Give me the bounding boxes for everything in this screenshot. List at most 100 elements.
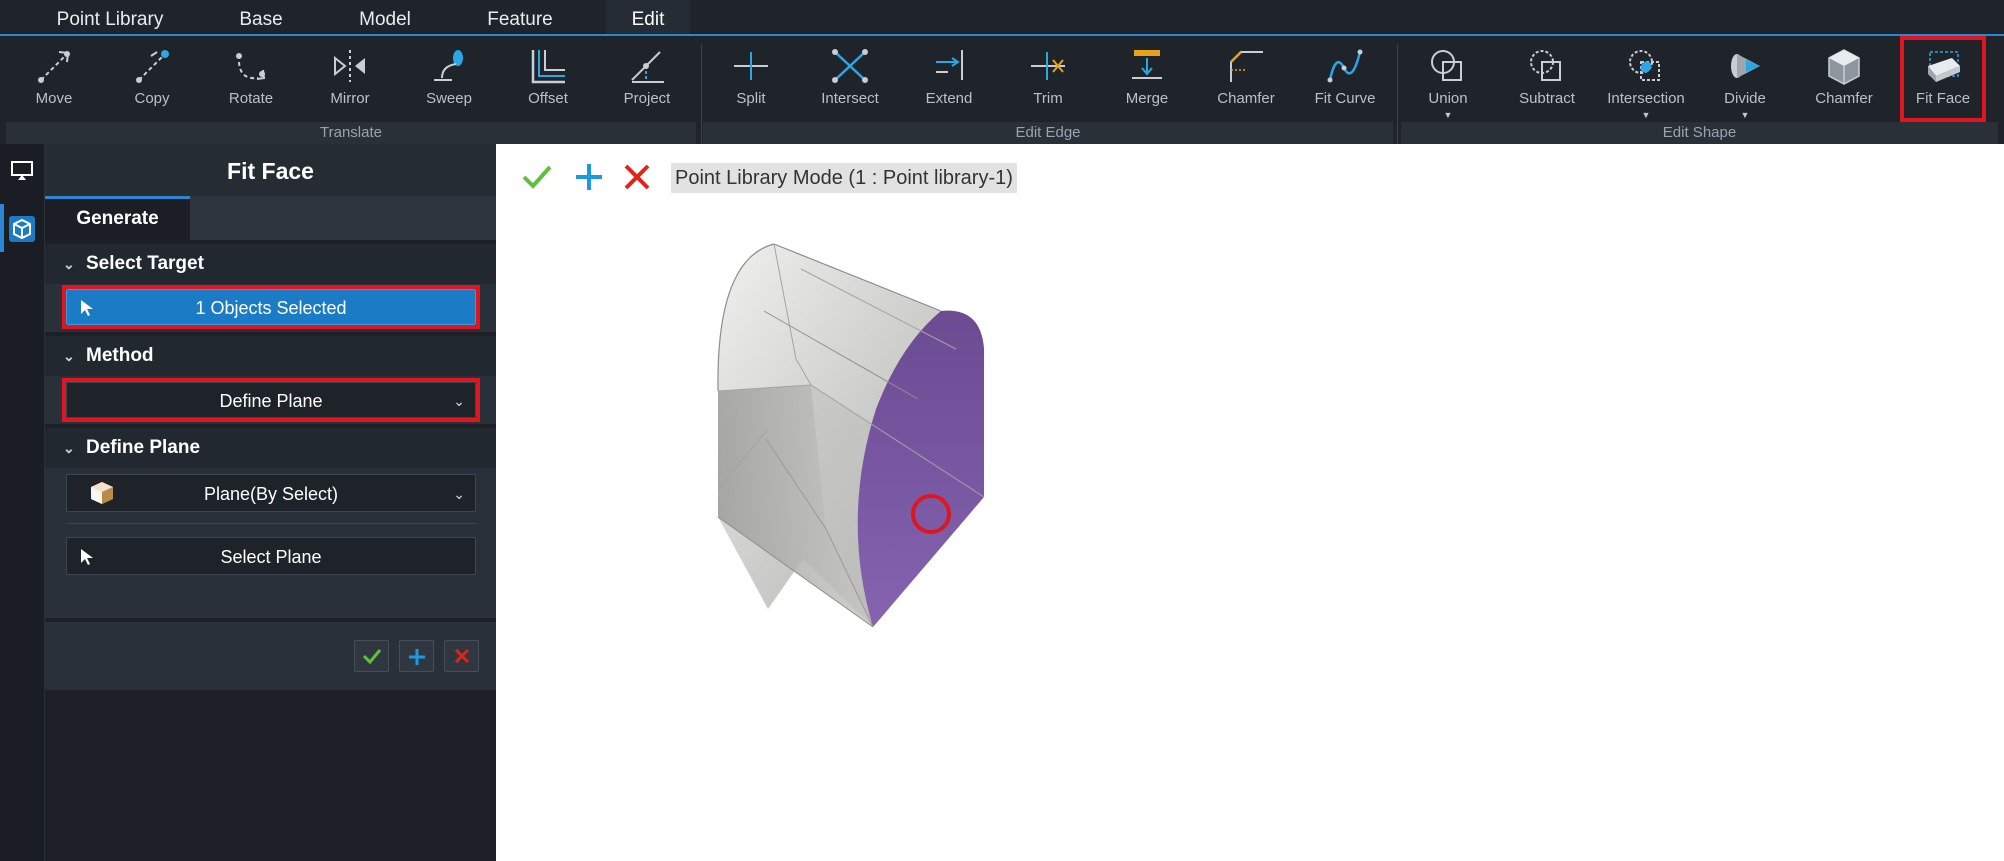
chevron-down-icon: ⌄ bbox=[63, 256, 75, 272]
method-body: Define Plane ⌄ bbox=[45, 376, 496, 424]
model-icon[interactable] bbox=[9, 216, 35, 242]
intersection-button[interactable]: Intersection ▼ bbox=[1599, 40, 1693, 122]
group-divider bbox=[1397, 44, 1398, 144]
close-icon bbox=[454, 648, 469, 664]
confirm-button[interactable] bbox=[354, 640, 389, 672]
intersection-icon bbox=[1629, 50, 1660, 81]
extend-button[interactable]: Extend bbox=[902, 40, 996, 122]
chevron-down-icon: ⌄ bbox=[63, 348, 75, 364]
3d-viewport[interactable]: Point Library Mode (1 : Point library-1) bbox=[496, 144, 2004, 861]
chevron-down-icon: ⌄ bbox=[453, 486, 465, 502]
divide-dropdown-icon[interactable]: ▼ bbox=[1698, 110, 1792, 120]
sweep-label: Sweep bbox=[426, 90, 472, 107]
cancel-icon[interactable] bbox=[622, 162, 652, 192]
side-icon-strip bbox=[0, 144, 45, 861]
project-button[interactable]: Project bbox=[600, 40, 694, 122]
project-icon bbox=[631, 51, 664, 83]
define-plane-heading: Define Plane bbox=[86, 437, 201, 458]
method-heading: Method bbox=[86, 345, 154, 366]
group-edit-edge: Edit Edge bbox=[703, 122, 1393, 144]
merge-icon bbox=[1132, 50, 1162, 79]
add-icon[interactable] bbox=[574, 162, 604, 192]
offset-icon bbox=[531, 50, 565, 84]
panel-title: Fit Face bbox=[45, 144, 496, 196]
intersect-label: Intersect bbox=[821, 90, 879, 107]
mirror-label: Mirror bbox=[330, 90, 370, 107]
split-label: Split bbox=[736, 90, 766, 107]
union-label: Union bbox=[1428, 90, 1468, 107]
divide-label: Divide bbox=[1724, 90, 1766, 107]
fit-curve-label: Fit Curve bbox=[1314, 90, 1376, 107]
intersection-label: Intersection bbox=[1607, 90, 1685, 107]
chamfer-edge-label: Chamfer bbox=[1217, 90, 1275, 107]
rotate-button[interactable]: Rotate bbox=[204, 40, 298, 122]
define-plane-body: Plane(By Select) ⌄ Select Plane bbox=[45, 468, 496, 618]
mirror-button[interactable]: Mirror bbox=[303, 40, 397, 122]
sweep-button[interactable]: Sweep bbox=[402, 40, 496, 122]
subtract-icon bbox=[1530, 50, 1561, 81]
split-icon bbox=[734, 52, 768, 80]
intersect-icon bbox=[832, 49, 868, 83]
select-target-heading: Select Target bbox=[86, 253, 204, 274]
offset-button[interactable]: Offset bbox=[501, 40, 595, 122]
tab-model[interactable]: Model bbox=[345, 0, 425, 34]
offset-label: Offset bbox=[528, 90, 568, 107]
tab-point-library[interactable]: Point Library bbox=[38, 0, 182, 34]
union-button[interactable]: Union ▼ bbox=[1401, 40, 1495, 122]
chamfer-shape-button[interactable]: Chamfer bbox=[1797, 40, 1891, 122]
mirror-icon bbox=[334, 50, 365, 82]
split-button[interactable]: Split bbox=[704, 40, 798, 122]
rotate-icon bbox=[236, 53, 266, 80]
rotate-label: Rotate bbox=[228, 90, 274, 107]
merge-label: Merge bbox=[1125, 90, 1169, 107]
tab-generate[interactable]: Generate bbox=[45, 196, 190, 240]
project-label: Project bbox=[623, 90, 671, 107]
check-icon bbox=[362, 649, 381, 665]
group-translate: Translate bbox=[6, 122, 696, 144]
copy-button[interactable]: Copy bbox=[105, 40, 199, 122]
intersect-button[interactable]: Intersect bbox=[803, 40, 897, 122]
copy-icon bbox=[136, 50, 169, 83]
union-dropdown-icon[interactable]: ▼ bbox=[1401, 110, 1495, 120]
cursor-icon bbox=[81, 549, 93, 565]
method-highlight bbox=[62, 378, 480, 422]
mode-label: Point Library Mode (1 : Point library-1) bbox=[671, 163, 1017, 193]
active-indicator bbox=[0, 204, 4, 252]
tunnel-model[interactable] bbox=[656, 239, 1056, 659]
union-icon bbox=[1431, 50, 1462, 81]
move-label: Move bbox=[35, 90, 73, 107]
group-divider bbox=[701, 44, 702, 144]
tab-base[interactable]: Base bbox=[222, 0, 300, 34]
display-icon[interactable] bbox=[10, 160, 34, 187]
fit-face-panel: Fit Face Generate ⌄ Select Target 1 Obje… bbox=[45, 144, 496, 861]
select-target-header[interactable]: ⌄ Select Target bbox=[45, 244, 496, 284]
fit-curve-icon bbox=[1327, 49, 1363, 83]
merge-button[interactable]: Merge bbox=[1100, 40, 1194, 122]
confirm-icon[interactable] bbox=[521, 162, 553, 192]
plane-option-value: Plane(By Select) bbox=[203, 484, 339, 504]
select-plane-button[interactable]: Select Plane bbox=[66, 537, 476, 575]
tab-edit[interactable]: Edit bbox=[606, 0, 690, 36]
tab-feature[interactable]: Feature bbox=[476, 0, 564, 34]
app-window: Point Library Base Model Feature Edit Mo… bbox=[0, 0, 2004, 861]
intersection-dropdown-icon[interactable]: ▼ bbox=[1599, 110, 1693, 120]
plane-cube-icon bbox=[91, 482, 113, 504]
extend-label: Extend bbox=[925, 90, 973, 107]
divide-icon bbox=[1731, 54, 1760, 78]
method-header[interactable]: ⌄ Method bbox=[45, 336, 496, 376]
panel-tabs: Generate bbox=[45, 196, 496, 240]
target-highlight bbox=[62, 285, 480, 329]
chamfer-edge-button[interactable]: Chamfer bbox=[1199, 40, 1293, 122]
cancel-button[interactable] bbox=[444, 640, 479, 672]
define-plane-header[interactable]: ⌄ Define Plane bbox=[45, 428, 496, 468]
subtract-button[interactable]: Subtract bbox=[1500, 40, 1594, 122]
move-button[interactable]: Move bbox=[7, 40, 101, 122]
add-button[interactable] bbox=[399, 640, 434, 672]
trim-button[interactable]: Trim bbox=[1001, 40, 1095, 122]
fit-face-highlight bbox=[1900, 36, 1986, 122]
plane-option-select[interactable]: Plane(By Select) ⌄ bbox=[66, 474, 476, 512]
fit-curve-button[interactable]: Fit Curve bbox=[1298, 40, 1392, 122]
menu-bar: Point Library Base Model Feature Edit bbox=[0, 0, 2004, 36]
select-plane-label: Select Plane bbox=[220, 547, 322, 567]
divide-button[interactable]: Divide ▼ bbox=[1698, 40, 1792, 122]
